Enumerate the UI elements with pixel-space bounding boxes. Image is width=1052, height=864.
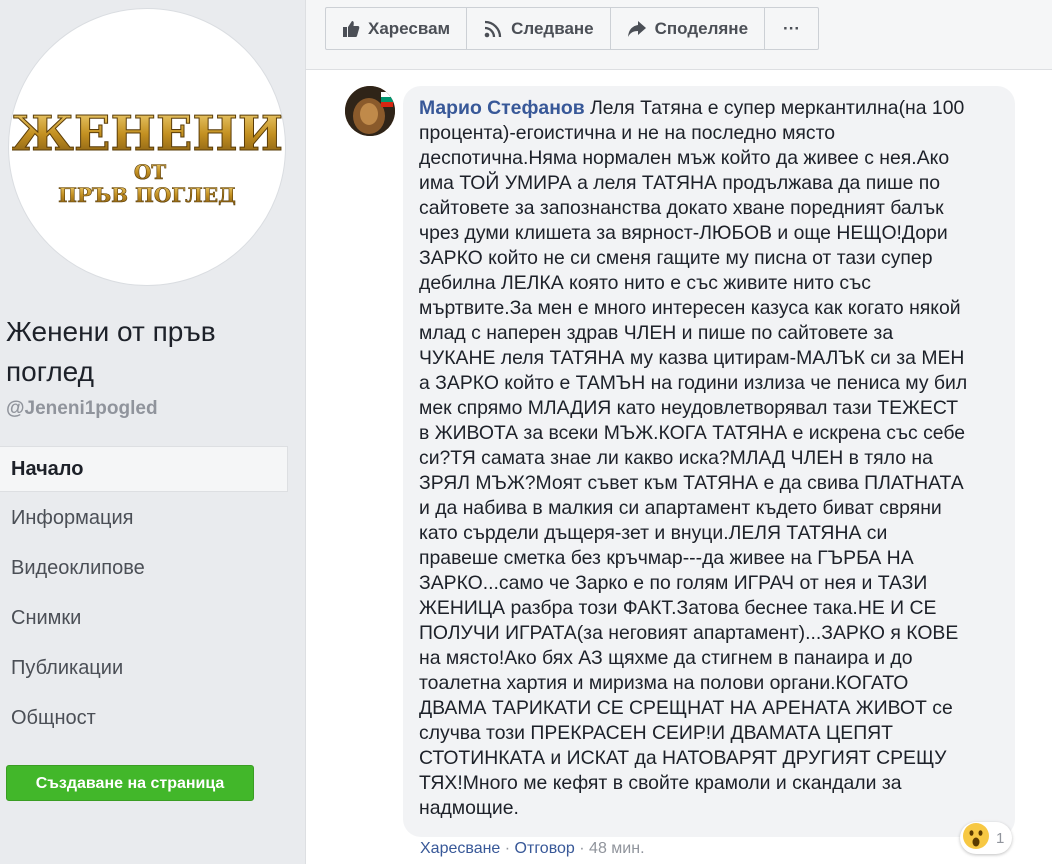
show-logo: ЖЕНЕНИ ОТ ПРЪВ ПОГЛЕД <box>12 106 282 208</box>
nav-item-photos[interactable]: Снимки <box>0 596 288 646</box>
commenter-avatar[interactable] <box>345 86 395 136</box>
main-content: Харесвам Следване Споделяне ··· Марио Ст… <box>305 0 1052 864</box>
nav-item-about[interactable]: Информация <box>0 496 288 546</box>
share-button[interactable]: Споделяне <box>611 8 766 49</box>
follow-button[interactable]: Следване <box>467 8 611 49</box>
comment-actions: Харесване · Отговор · 48 мин. <box>420 840 645 858</box>
separator: · <box>574 840 590 857</box>
comment-reply-link[interactable]: Отговор <box>515 840 575 857</box>
separator: · <box>500 840 515 857</box>
page-actions: Харесвам Следване Споделяне ··· <box>325 7 820 50</box>
create-page-button[interactable]: Създаване на страница <box>6 765 254 801</box>
reaction-summary[interactable]: 1 <box>960 822 1013 854</box>
logo-subtitle-2: ПРЪВ ПОГЛЕД <box>58 183 236 207</box>
page-profile-picture[interactable]: ЖЕНЕНИ ОТ ПРЪВ ПОГЛЕД <box>8 8 286 286</box>
more-options-button[interactable]: ··· <box>765 8 818 49</box>
nav-item-community[interactable]: Общност <box>0 696 288 746</box>
page-action-bar: Харесвам Следване Споделяне ··· <box>306 0 1052 70</box>
follow-label: Следване <box>511 18 594 38</box>
page-username[interactable]: @Jeneni1pogled <box>6 398 158 420</box>
page-nav: Начало Информация Видеоклипове Снимки Пу… <box>0 446 288 746</box>
like-page-label: Харесвам <box>368 18 451 38</box>
comment-author[interactable]: Марио Стефанов <box>419 97 585 119</box>
left-sidebar: ЖЕНЕНИ ОТ ПРЪВ ПОГЛЕД Женени от пръв пог… <box>0 0 305 864</box>
share-arrow-icon <box>627 20 647 38</box>
page-title[interactable]: Женени от пръв поглед <box>6 312 296 392</box>
comment-bubble: Марио Стефанов Леля Татяна е супер мерка… <box>403 86 1015 837</box>
logo-subtitle-1: ОТ <box>134 160 166 184</box>
rss-icon <box>483 19 503 39</box>
nav-item-videos[interactable]: Видеоклипове <box>0 546 288 596</box>
comment-text: Леля Татяна е супер меркантилна(на 100 п… <box>419 97 968 819</box>
share-label: Споделяне <box>654 18 749 38</box>
comment-timestamp[interactable]: 48 мин. <box>589 840 644 857</box>
nav-item-home[interactable]: Начало <box>0 446 288 492</box>
thumbs-up-icon <box>342 20 360 38</box>
more-dots-icon: ··· <box>783 18 801 38</box>
comment-like-link[interactable]: Харесване <box>420 840 500 857</box>
nav-item-posts[interactable]: Публикации <box>0 646 288 696</box>
reaction-count: 1 <box>996 829 1005 847</box>
logo-title: ЖЕНЕНИ <box>12 106 282 162</box>
wow-reaction-icon <box>962 822 990 854</box>
like-page-button[interactable]: Харесвам <box>326 8 468 49</box>
